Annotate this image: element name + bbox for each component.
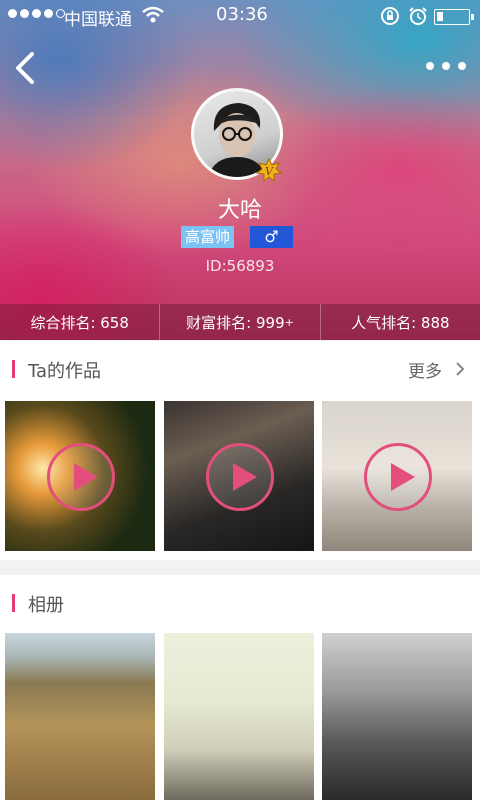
more-icon[interactable]: [426, 56, 470, 76]
work-video-3[interactable]: [322, 401, 472, 551]
play-icon[interactable]: [206, 443, 274, 511]
section-accent-bar: [12, 594, 15, 612]
user-name: 大哈: [217, 198, 262, 223]
alarm-icon: [409, 7, 427, 25]
clock: 03:36: [216, 4, 268, 25]
rank-overall: 综合排名: 658: [30, 313, 129, 332]
rotation-lock-icon: [381, 7, 399, 25]
album-photo-2[interactable]: [164, 633, 314, 800]
works-header: Ta的作品 更多: [0, 341, 480, 397]
work-video-1[interactable]: [5, 401, 155, 551]
status-bar: 中国联通 03:36: [0, 0, 480, 32]
chevron-right-icon[interactable]: [454, 361, 466, 377]
album-photo-1[interactable]: [5, 633, 155, 800]
works-title: Ta的作品: [28, 361, 102, 382]
rank-bar: 综合排名: 658 财富排名: 999 + 人气排名: 888: [0, 304, 480, 340]
section-accent-bar: [12, 360, 15, 378]
album-section: 相册: [0, 575, 480, 800]
user-id: ID:56893: [205, 257, 275, 275]
work-video-2[interactable]: [164, 401, 314, 551]
works-more-link[interactable]: 更多: [408, 357, 442, 382]
rank-wealth: 财富排名: 999 +: [159, 304, 319, 340]
profile-header: 中国联通 03:36 V 大哈 高富帅 ♂ ID:56893 综合排名: 658…: [0, 0, 480, 340]
play-icon[interactable]: [364, 443, 432, 511]
user-tag: 高富帅: [181, 226, 235, 248]
svg-text:V: V: [265, 165, 274, 178]
rank-popularity: 人气排名: 888: [319, 304, 480, 340]
back-icon[interactable]: [10, 48, 38, 88]
works-section: Ta的作品 更多: [0, 341, 480, 560]
carrier-name: 中国联通: [64, 10, 132, 30]
album-photo-3[interactable]: [322, 633, 472, 800]
gender-badge: ♂: [250, 226, 293, 248]
battery-icon: [434, 9, 474, 25]
play-icon[interactable]: [47, 443, 115, 511]
signal-icon: [8, 9, 65, 18]
verified-badge-icon: V: [256, 158, 282, 183]
wifi-icon: [142, 6, 164, 23]
album-header: 相册: [0, 575, 480, 631]
album-title: 相册: [28, 595, 64, 616]
